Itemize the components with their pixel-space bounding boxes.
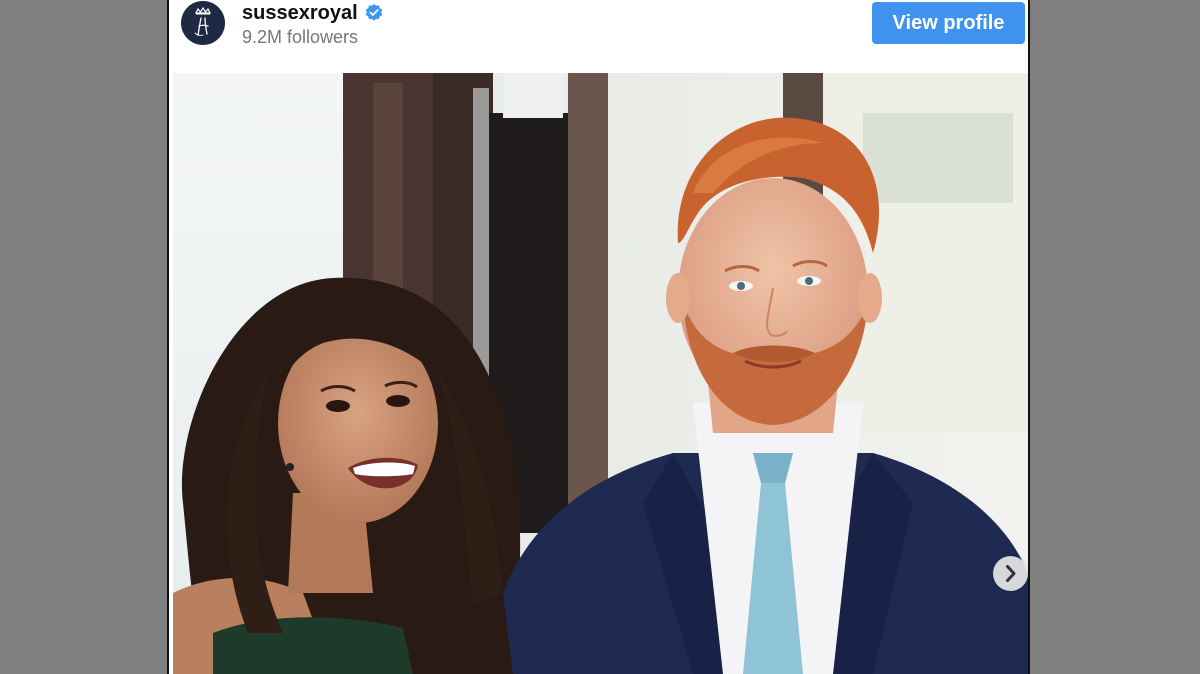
follower-count: 9.2M followers: [242, 27, 359, 47]
post-image: [173, 73, 1028, 674]
monogram-crown-icon: [181, 1, 225, 45]
instagram-embed: sussexroyal 9.2M followers View profile: [167, 0, 1030, 674]
profile-avatar[interactable]: [181, 1, 225, 45]
view-profile-button[interactable]: View profile: [872, 2, 1025, 44]
embed-header: sussexroyal 9.2M followers View profile: [169, 0, 1028, 72]
page-backdrop: sussexroyal 9.2M followers View profile: [0, 0, 1200, 674]
post-photo[interactable]: [173, 73, 1028, 674]
chevron-right-icon: [1006, 565, 1016, 582]
verified-badge-icon: [364, 3, 384, 23]
profile-username[interactable]: sussexroyal: [242, 1, 358, 25]
carousel-next-button[interactable]: [993, 556, 1028, 591]
username-row: sussexroyal: [242, 1, 384, 25]
